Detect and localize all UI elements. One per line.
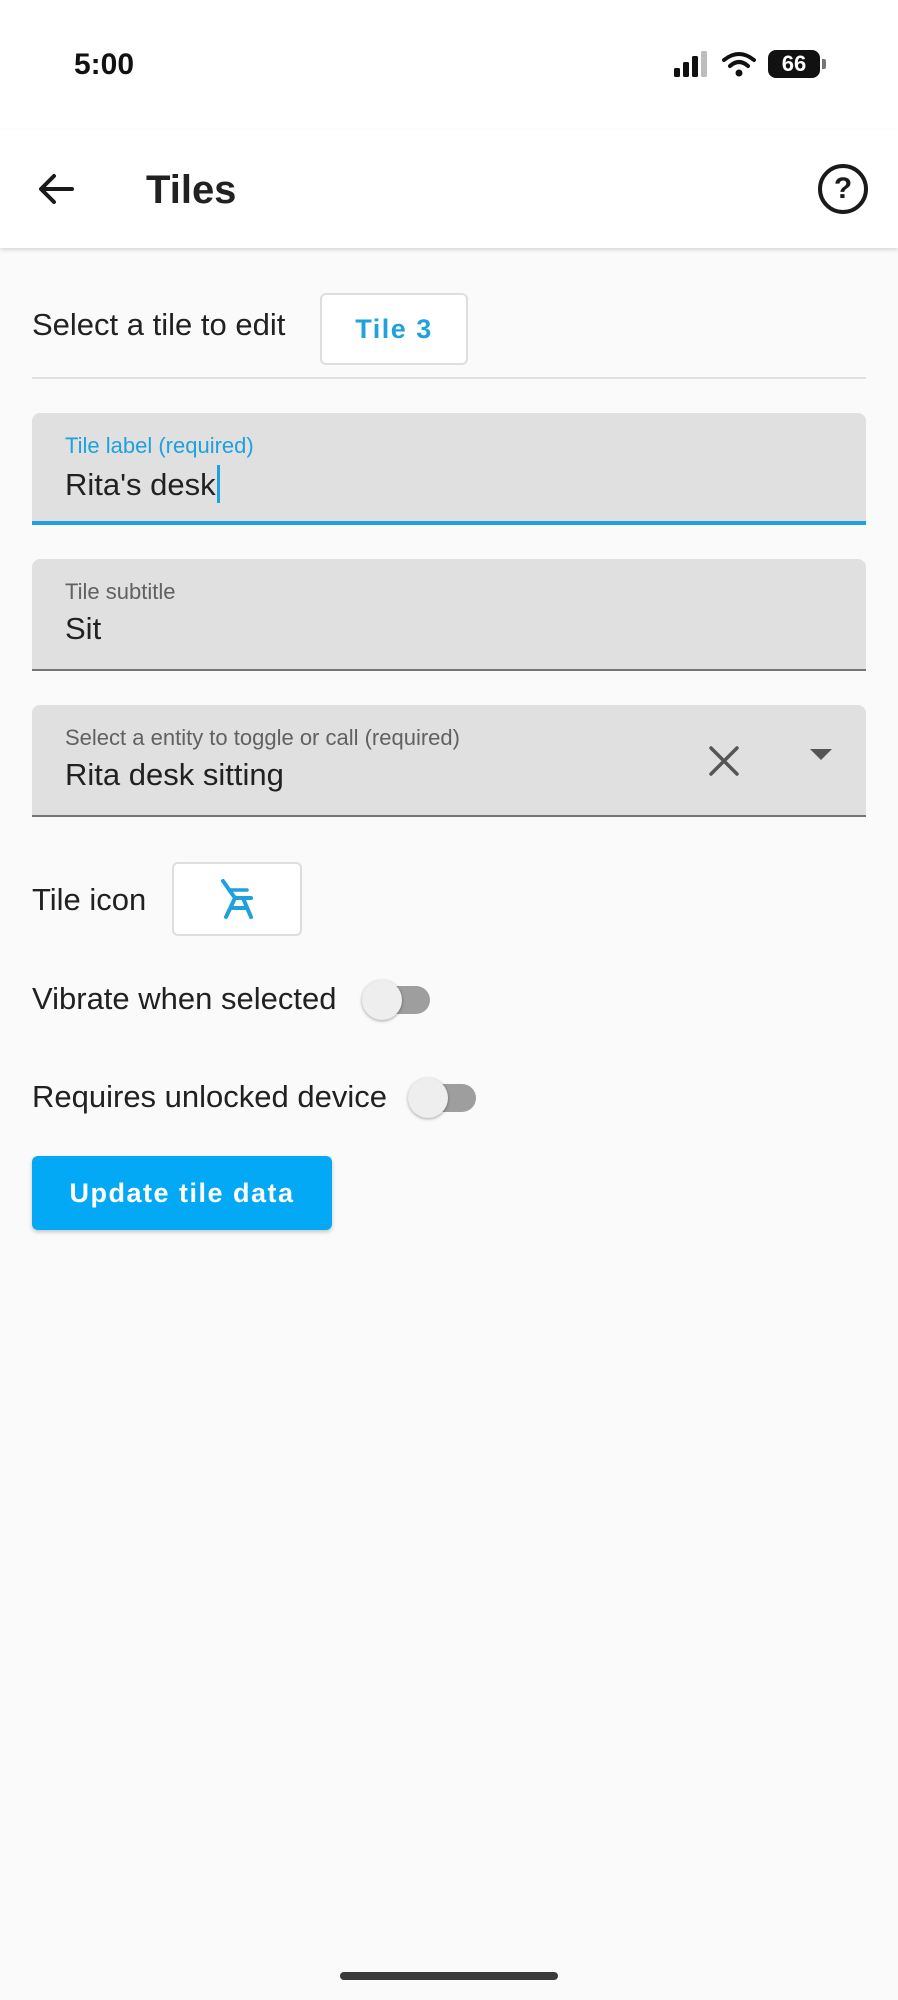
tile-icon-button[interactable]	[172, 862, 302, 936]
unlocked-toggle-thumb	[408, 1078, 448, 1118]
tile-icon-row: Tile icon	[32, 862, 432, 938]
tile-label-field[interactable]: Tile label (required) Rita's desk	[32, 413, 866, 525]
tile-label-field-label: Tile label (required)	[65, 433, 254, 458]
unlocked-switch-label: Requires unlocked device	[32, 1079, 387, 1114]
help-circle-icon[interactable]: ?	[818, 164, 868, 214]
close-icon[interactable]	[702, 739, 746, 783]
chair-icon	[221, 879, 253, 919]
battery-icon: 66	[768, 50, 826, 78]
vibrate-switch-label: Vibrate when selected	[32, 981, 337, 1016]
tile-select-label: Select a tile to edit	[32, 307, 286, 342]
home-indicator[interactable]	[340, 1972, 558, 1980]
vibrate-toggle-thumb	[362, 980, 402, 1020]
cellular-signal-icon	[674, 51, 707, 77]
tile-subtitle-field-label: Tile subtitle	[65, 579, 176, 604]
vibrate-toggle[interactable]	[362, 979, 434, 1021]
status-time: 5:00	[74, 48, 135, 81]
unlocked-toggle[interactable]	[408, 1077, 480, 1119]
tile-icon-label: Tile icon	[32, 882, 147, 917]
text-caret	[216, 465, 220, 503]
tile-subtitle-field-value: Sit	[65, 611, 102, 646]
tile-label-field-value: Rita's desk	[65, 465, 220, 503]
app-bar: Tiles ?	[0, 130, 898, 248]
arrow-back-icon[interactable]	[34, 167, 78, 211]
tile-select-button[interactable]: Tile 3	[320, 293, 468, 365]
tile-select-row: Select a tile to edit Tile 3	[32, 293, 866, 379]
entity-select-field-value: Rita desk sitting	[65, 757, 284, 792]
battery-level: 66	[768, 50, 820, 78]
wifi-icon	[722, 52, 756, 77]
update-tile-button[interactable]: Update tile data	[32, 1156, 332, 1230]
dropdown-arrow-icon[interactable]	[810, 749, 832, 760]
status-bar: 5:00 66	[0, 0, 898, 130]
vibrate-switch-row: Vibrate when selected	[32, 973, 866, 1023]
status-icons: 66	[674, 50, 826, 78]
unlocked-switch-row: Requires unlocked device	[32, 1071, 866, 1121]
page-title: Tiles	[146, 168, 237, 212]
tile-subtitle-field[interactable]: Tile subtitle Sit	[32, 559, 866, 671]
entity-select-field-label: Select a entity to toggle or call (requi…	[65, 725, 460, 750]
entity-select-field[interactable]: Select a entity to toggle or call (requi…	[32, 705, 866, 817]
